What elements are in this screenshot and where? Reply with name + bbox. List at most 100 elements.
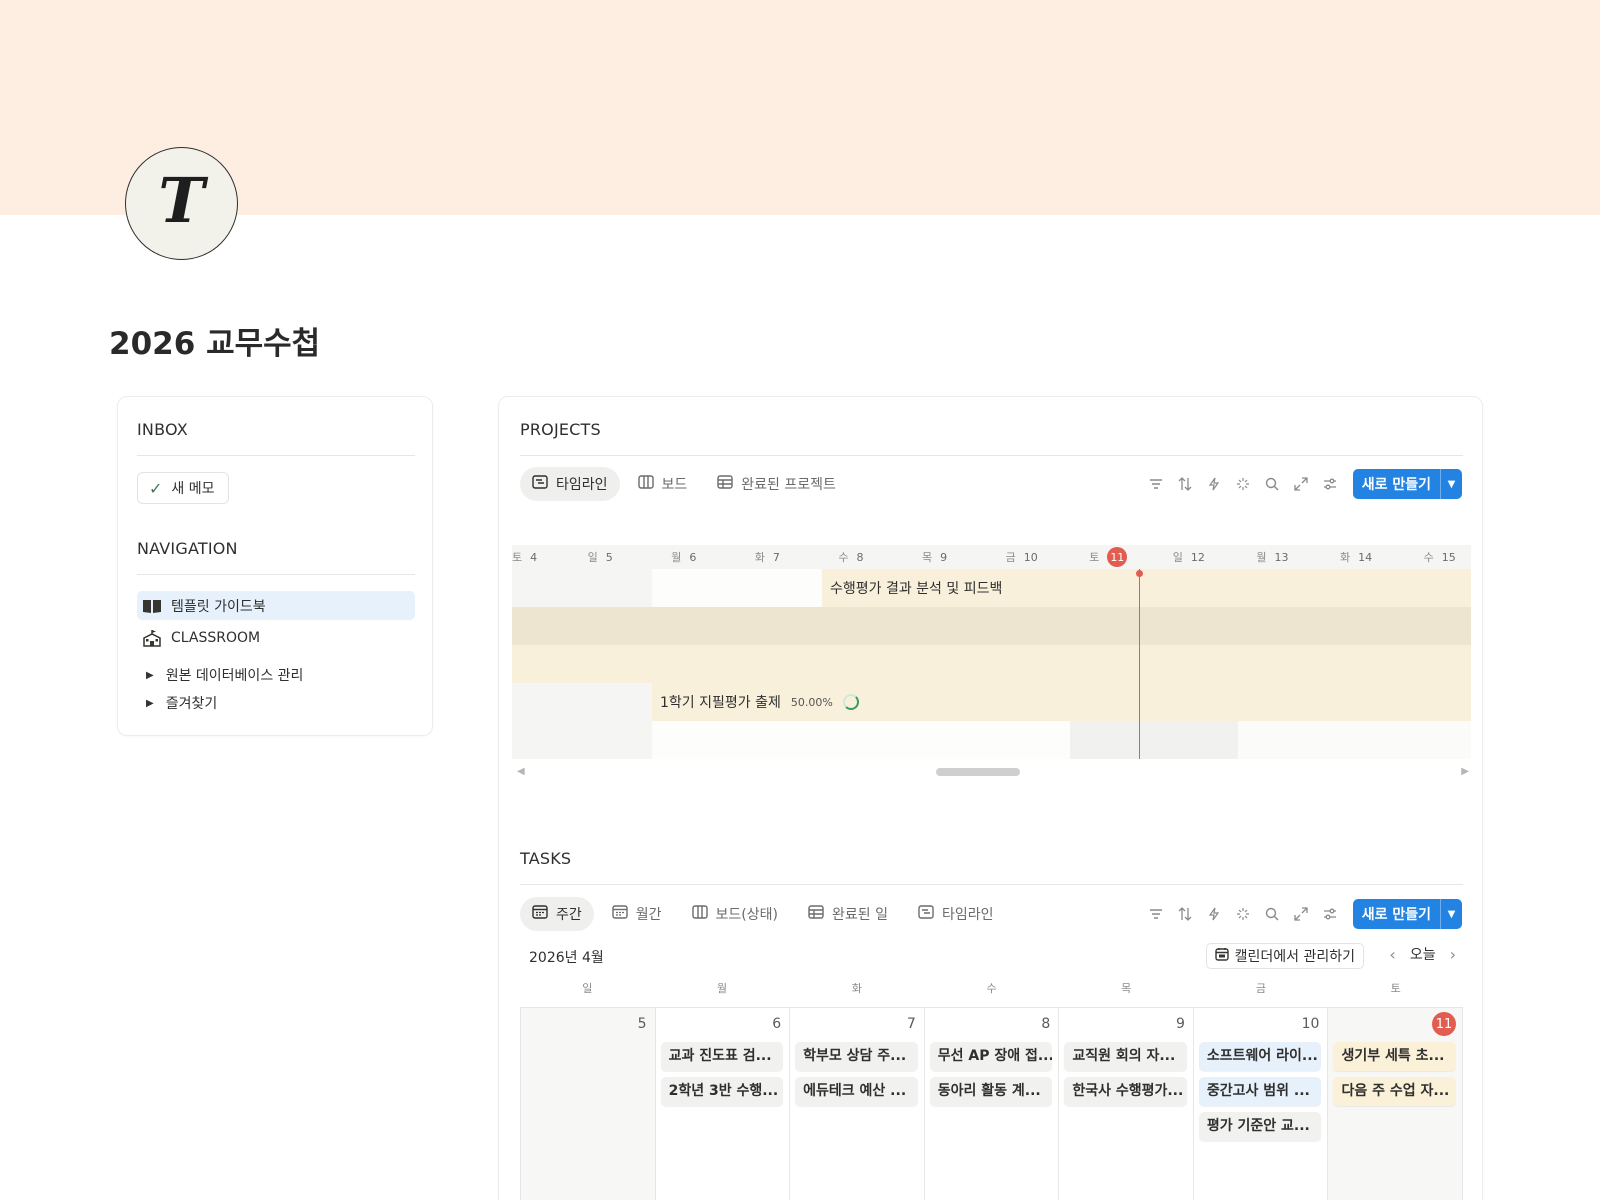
tasks-new-button[interactable]: 새로 만들기 ▼ (1352, 899, 1462, 929)
book-icon (142, 597, 162, 615)
new-memo-button[interactable]: ✓ 새 메모 (137, 472, 229, 504)
calendar-day-cell[interactable]: 9 교직원 회의 자... 한국사 수행평가... (1059, 1008, 1194, 1200)
timeline-day-of-week: 일 (1172, 551, 1183, 564)
manage-in-calendar-button[interactable]: 캘린더에서 관리하기 (1205, 943, 1364, 969)
chevron-left-icon[interactable]: ‹ (1389, 945, 1395, 964)
timeline-icon (532, 475, 548, 493)
task-card[interactable]: 생기부 세특 초... (1333, 1042, 1457, 1071)
board-icon (637, 475, 654, 493)
timeline-row[interactable] (512, 645, 1471, 683)
task-card[interactable]: 학부모 상담 주... (795, 1042, 918, 1071)
timeline-day-label: 목9 (922, 545, 947, 569)
task-card[interactable]: 중간고사 범위 ... (1198, 1077, 1322, 1106)
task-card[interactable]: 한국사 수행평가... (1064, 1077, 1187, 1106)
manage-in-calendar-label: 캘린더에서 관리하기 (1234, 949, 1355, 965)
ai-sparkle-icon[interactable] (1234, 475, 1253, 494)
automation-icon[interactable] (1205, 475, 1224, 494)
projects-new-button[interactable]: 새로 만들기 ▼ (1352, 469, 1462, 499)
search-icon[interactable] (1263, 905, 1282, 924)
calendar-day-cell[interactable]: 5 (521, 1008, 656, 1200)
horizontal-scrollbar[interactable]: ◀ ▶ (512, 766, 1471, 777)
scrollbar-thumb[interactable] (936, 768, 1020, 776)
task-card[interactable]: 에듀테크 예산 ... (795, 1077, 918, 1106)
board-icon (691, 905, 708, 923)
weekday-label: 토 (1390, 982, 1401, 995)
tasks-view-tabs: 주간 월간 보드(상태) 완료된 일 타임라인 (520, 897, 1006, 931)
timeline-day-of-week: 토 (512, 551, 523, 564)
expand-icon[interactable] (1292, 905, 1311, 924)
tab-label: 완료된 일 (831, 907, 888, 923)
tab-board-status[interactable]: 보드(상태) (680, 897, 790, 931)
chevron-down-icon[interactable]: ▼ (1440, 899, 1462, 929)
nav-item-classroom[interactable]: CLASSROOM (137, 623, 415, 652)
calendar-day-cell[interactable]: 11 생기부 세특 초... 다음 주 수업 자... (1328, 1008, 1464, 1200)
task-card[interactable]: 소프트웨어 라이... (1198, 1042, 1322, 1071)
tab-completed-tasks[interactable]: 완료된 일 (796, 897, 900, 931)
timeline-day-label: 금 10 (1006, 545, 1038, 569)
calendar-day-cell[interactable]: 8 무선 AP 장애 접... 동아리 활동 계... (925, 1008, 1060, 1200)
weekday-label: 화 (851, 982, 862, 995)
today-button[interactable]: 오늘 (1410, 944, 1436, 964)
main-card: PROJECTS 타임라인 보드 완료된 프로젝트 새로 만들기 ▼ 토4 일 5 월… (498, 396, 1483, 1200)
tree-item-label: 원본 데이터베이스 관리 (165, 668, 304, 684)
projects-title: PROJECTS (520, 420, 601, 439)
calendar-day-cell[interactable]: 6 교과 진도표 검... 2학년 3반 수행... (656, 1008, 791, 1200)
settings-sliders-icon[interactable] (1321, 475, 1340, 494)
timeline-day-label: 토4 (512, 545, 537, 569)
tab-monthly[interactable]: 월간 (600, 897, 674, 931)
new-memo-label: 새 메모 (171, 481, 215, 497)
task-card[interactable]: 평가 기준안 교... (1198, 1112, 1322, 1141)
automation-icon[interactable] (1205, 905, 1224, 924)
search-icon[interactable] (1263, 475, 1282, 494)
weekday-label: 일 (582, 982, 593, 995)
triangle-right-icon[interactable]: ▶ (146, 670, 154, 681)
scroll-right-icon[interactable]: ▶ (1461, 766, 1469, 777)
tab-timeline[interactable]: 타임라인 (906, 897, 1006, 931)
tab-timeline[interactable]: 타임라인 (520, 467, 620, 501)
settings-sliders-icon[interactable] (1321, 905, 1340, 924)
calendar-month-label: 2026년 4월 (529, 950, 604, 966)
timeline-day-of-week: 목 (922, 551, 933, 564)
weekday-label: 수 (986, 982, 997, 995)
tree-item-label: 즐겨찾기 (165, 696, 218, 712)
tab-label: 완료된 프로젝트 (741, 477, 836, 493)
task-card[interactable]: 다음 주 수업 자... (1333, 1077, 1457, 1106)
filter-icon[interactable] (1147, 475, 1166, 494)
task-card[interactable]: 교과 진도표 검... (660, 1042, 784, 1071)
timeline-day-of-week: 월 (671, 551, 682, 564)
sort-icon[interactable] (1176, 905, 1195, 924)
task-card[interactable]: 무선 AP 장애 접... (929, 1042, 1053, 1071)
timeline-day-label: 화 14 (1340, 545, 1372, 569)
ai-sparkle-icon[interactable] (1234, 905, 1253, 924)
day-number: 7 (906, 1016, 916, 1032)
calendar-day-cell[interactable]: 7 학부모 상담 주... 에듀테크 예산 ... (790, 1008, 925, 1200)
today-marker (1136, 570, 1143, 577)
chevron-right-icon[interactable]: › (1450, 945, 1456, 964)
task-card[interactable]: 교직원 회의 자... (1064, 1042, 1187, 1071)
tab-completed-projects[interactable]: 완료된 프로젝트 (705, 467, 848, 501)
task-card[interactable]: 동아리 활동 계... (929, 1077, 1053, 1106)
timeline-day-of-week: 금 (1005, 551, 1016, 564)
projects-timeline: 토 4 일 5 월 6 화 7 수 8 목 9 금 10 토 11 일 12 월 13 화 14 수 15 수행평가 결과 분… (512, 545, 1471, 777)
tree-item-source-db[interactable]: ▶ 원본 데이터베이스 관리 (146, 665, 303, 685)
scroll-left-icon[interactable]: ◀ (517, 766, 525, 777)
sort-icon[interactable] (1176, 475, 1195, 494)
nav-item-template-guidebook[interactable]: 템플릿 가이드북 (137, 591, 415, 620)
new-button-label: 새로 만들기 (1361, 477, 1431, 493)
expand-icon[interactable] (1292, 475, 1311, 494)
timeline-day-number: 8 (856, 550, 864, 564)
tab-weekly[interactable]: 주간 (520, 897, 594, 931)
filter-icon[interactable] (1147, 905, 1166, 924)
timeline-row: 수행평가 결과 분석 및 피드백 (512, 569, 1471, 607)
tab-board[interactable]: 보드 (626, 467, 700, 501)
task-card[interactable]: 2학년 3반 수행... (660, 1077, 784, 1106)
chevron-down-icon[interactable]: ▼ (1440, 469, 1462, 499)
timeline-bar[interactable]: 1학기 지필평가 출제 50.00% (652, 683, 1471, 721)
timeline-row[interactable] (512, 607, 1471, 645)
tasks-tools: 새로 만들기 ▼ (1147, 899, 1462, 929)
navigation-title: NAVIGATION (137, 539, 238, 558)
tree-item-favorites[interactable]: ▶ 즐겨찾기 (146, 693, 217, 713)
triangle-right-icon[interactable]: ▶ (146, 698, 154, 709)
calendar-day-cell[interactable]: 10 소프트웨어 라이... 중간고사 범위 ... 평가 기준안 교... (1194, 1008, 1329, 1200)
timeline-bar[interactable]: 수행평가 결과 분석 및 피드백 (822, 569, 1471, 607)
